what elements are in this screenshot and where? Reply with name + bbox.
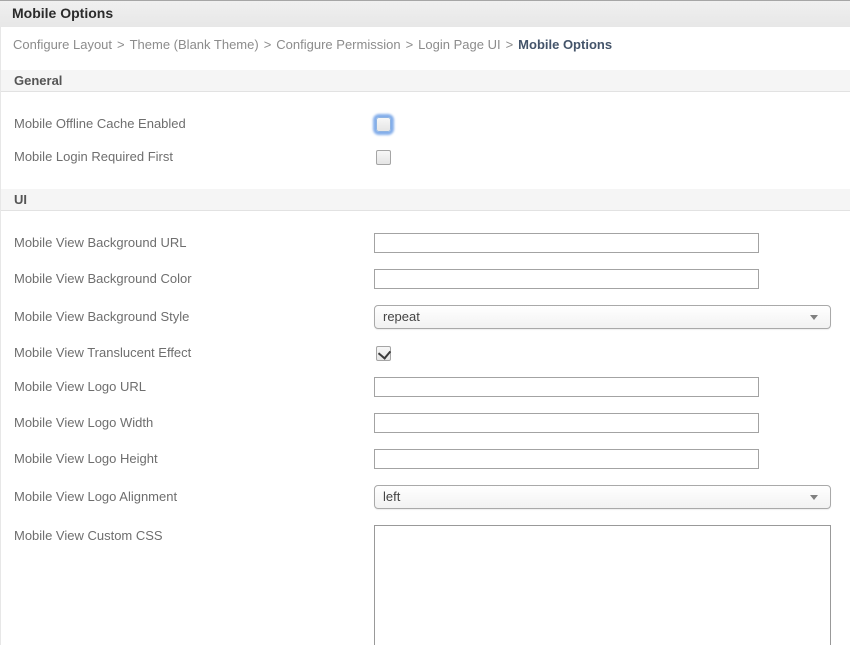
chevron-down-icon [810,315,818,320]
page-title-bar: Mobile Options [0,0,850,27]
breadcrumb-separator: > [506,37,514,52]
breadcrumb-link-configure-permission[interactable]: Configure Permission [276,37,400,52]
field-label: Mobile Offline Cache Enabled [14,116,374,132]
field-row-logo-height: Mobile View Logo Height [14,449,838,469]
breadcrumb-link-login-page-ui[interactable]: Login Page UI [418,37,500,52]
mobile-offline-cache-enabled-checkbox[interactable] [376,117,391,132]
chevron-down-icon [810,495,818,500]
field-label: Mobile View Logo Width [14,415,374,431]
breadcrumb-separator: > [264,37,272,52]
field-label: Mobile View Custom CSS [14,528,374,544]
field-row-mobile-offline-cache-enabled: Mobile Offline Cache Enabled [14,116,838,132]
breadcrumb-separator: > [117,37,125,52]
field-label: Mobile View Logo URL [14,379,374,395]
field-row-logo-url: Mobile View Logo URL [14,377,838,397]
breadcrumb-link-configure-layout[interactable]: Configure Layout [13,37,112,52]
breadcrumb: Configure Layout > Theme (Blank Theme) > Con… [1,27,850,70]
section-general: Mobile Offline Cache Enabled Mobile Logi… [1,92,850,189]
mobile-login-required-first-checkbox[interactable] [376,150,391,165]
breadcrumb-current-mobile-options: Mobile Options [518,37,612,52]
field-row-background-style: Mobile View Background Style repeat [14,305,838,329]
mobile-view-logo-url-input[interactable] [374,377,759,397]
field-row-background-color: Mobile View Background Color [14,269,838,289]
mobile-view-logo-width-input[interactable] [374,413,759,433]
field-label: Mobile View Background Color [14,271,374,287]
breadcrumb-separator: > [406,37,414,52]
section-header-ui: UI [1,189,850,211]
breadcrumb-link-theme-blank-theme[interactable]: Theme (Blank Theme) [130,37,259,52]
mobile-view-logo-height-input[interactable] [374,449,759,469]
field-row-logo-alignment: Mobile View Logo Alignment left [14,485,838,509]
field-label: Mobile View Background Style [14,309,374,325]
mobile-view-background-style-select[interactable]: repeat [374,305,831,329]
content-area: Configure Layout > Theme (Blank Theme) > Con… [0,27,850,645]
section-ui: Mobile View Background URL Mobile View B… [1,211,850,645]
mobile-view-custom-css-textarea[interactable] [374,525,831,645]
page-title: Mobile Options [12,5,113,21]
select-value: repeat [375,306,420,328]
field-label: Mobile Login Required First [14,149,374,165]
mobile-view-background-color-input[interactable] [374,269,759,289]
field-label: Mobile View Logo Alignment [14,489,374,505]
field-row-custom-css: Mobile View Custom CSS [14,525,838,645]
field-row-mobile-login-required-first: Mobile Login Required First [14,149,838,165]
mobile-view-background-url-input[interactable] [374,233,759,253]
select-value: left [375,486,400,508]
field-label: Mobile View Background URL [14,235,374,251]
field-label: Mobile View Logo Height [14,451,374,467]
field-row-translucent-effect: Mobile View Translucent Effect [14,345,838,361]
field-label: Mobile View Translucent Effect [14,345,374,361]
section-header-general: General [1,70,850,92]
field-row-background-url: Mobile View Background URL [14,233,838,253]
mobile-view-logo-alignment-select[interactable]: left [374,485,831,509]
field-row-logo-width: Mobile View Logo Width [14,413,838,433]
mobile-view-translucent-effect-checkbox[interactable] [376,346,391,361]
mobile-options-page: Mobile Options Configure Layout > Theme (B… [0,0,850,645]
